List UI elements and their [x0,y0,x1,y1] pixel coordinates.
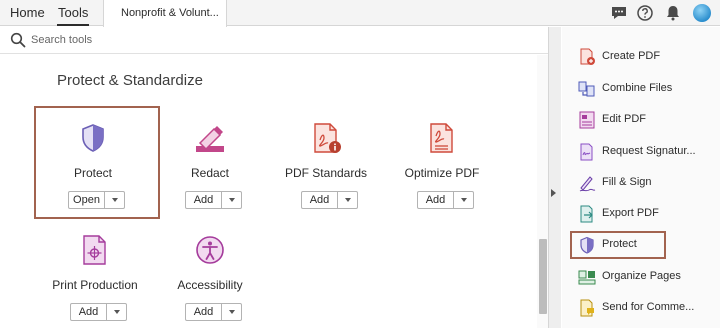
send-for-comment-icon [580,299,594,317]
accessibility-icon [196,236,224,264]
right-panel-item-label: Request Signatur... [602,145,696,157]
tool-tile-pdf-standards[interactable]: PDF Standards Add [268,108,384,222]
right-panel-item-combine-files[interactable]: Combine Files [562,77,720,101]
search-icon [10,32,26,48]
chevron-down-icon [344,198,351,202]
main-scrollbar[interactable] [537,55,548,328]
create-pdf-icon [580,48,595,65]
tab-home[interactable]: Home [10,0,45,26]
optimize-pdf-icon [430,123,453,153]
search-input[interactable] [31,31,331,49]
right-panel-item-label: Organize Pages [602,270,681,282]
right-panel-item-label: Export PDF [602,207,659,219]
right-panel-item-export-pdf[interactable]: Export PDF [562,202,720,226]
button-label: Add [186,192,222,208]
dropdown-toggle[interactable] [222,304,241,320]
request-signature-icon [580,143,593,161]
button-label: Add [71,304,107,320]
tool-tile-redact[interactable]: Redact Add [152,108,268,222]
right-panel-item-label: Create PDF [602,50,661,62]
right-panel-item-edit-pdf[interactable]: Edit PDF [562,108,720,132]
chevron-down-icon [113,310,120,314]
avatar[interactable] [692,3,712,23]
right-panel-item-label: Send for Comme... [602,301,695,313]
tool-tile-print-production[interactable]: Print Production Add [37,220,153,328]
dropdown-toggle[interactable] [338,192,357,208]
right-panel-item-fill-sign[interactable]: Fill & Sign [562,171,720,195]
add-button[interactable]: Add [185,191,242,209]
tool-tile-optimize-pdf[interactable]: Optimize PDF Add [384,108,500,222]
chevron-down-icon [228,310,235,314]
right-tools-panel: Create PDF Combine Files Edit PDF Reques… [562,27,720,328]
fill-sign-icon [579,176,596,192]
export-pdf-icon [580,205,593,223]
tab-tools[interactable]: Tools [56,0,90,26]
right-panel-item-create-pdf[interactable]: Create PDF [562,45,720,69]
protect-tile-highlight [34,106,160,219]
dropdown-toggle[interactable] [222,192,241,208]
right-panel-item-request-signature[interactable]: Request Signatur... [562,140,720,164]
organize-pages-icon [578,270,596,285]
section-title: Protect & Standardize [57,72,203,89]
tool-label: Optimize PDF [404,166,480,180]
add-button[interactable]: Add [70,303,127,321]
right-panel-item-label: Edit PDF [602,113,647,125]
chevron-down-icon [228,198,235,202]
combine-files-icon [578,81,595,97]
bell-icon[interactable] [664,4,682,22]
right-panel-item-organize-pages[interactable]: Organize Pages [562,265,720,289]
redact-marker-icon [196,126,224,152]
chevron-down-icon [460,198,467,202]
right-protect-highlight [570,231,666,259]
panel-divider [548,27,561,328]
top-bar: Home Tools Nonprofit & Volunt... [0,0,720,27]
scrollbar-thumb[interactable] [539,239,547,314]
tool-tile-accessibility[interactable]: Accessibility Add [152,220,268,328]
button-label: Add [418,192,454,208]
pdf-standards-icon [314,123,341,153]
right-panel-item-label: Combine Files [602,82,673,94]
add-button[interactable]: Add [301,191,358,209]
search-bar [0,27,548,54]
add-button[interactable]: Add [417,191,474,209]
print-production-icon [83,235,106,265]
dropdown-toggle[interactable] [454,192,473,208]
button-label: Add [186,304,222,320]
dropdown-toggle[interactable] [107,304,126,320]
comment-icon[interactable] [610,4,628,22]
button-label: Add [302,192,338,208]
add-button[interactable]: Add [185,303,242,321]
tab-document[interactable]: Nonprofit & Volunt... [103,0,227,27]
help-icon[interactable] [636,4,654,22]
collapse-panel-arrow-icon[interactable] [551,189,556,197]
right-panel-item-label: Fill & Sign [602,176,652,188]
right-panel-item-send-for-comment[interactable]: Send for Comme... [562,296,720,320]
edit-pdf-icon [579,111,595,129]
tool-label: Accessibility [177,278,243,292]
